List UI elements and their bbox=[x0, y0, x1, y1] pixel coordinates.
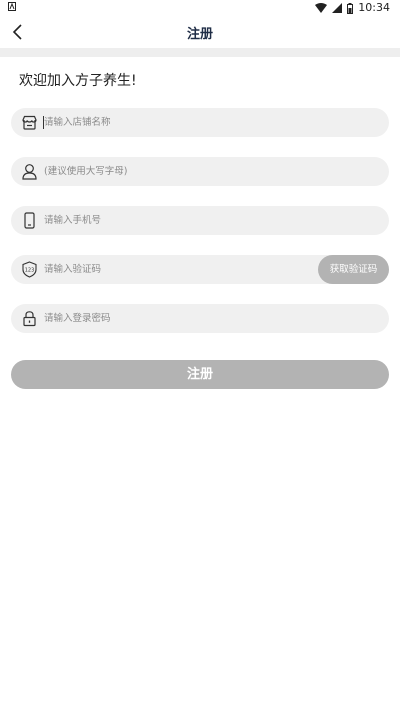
phone-icon bbox=[24, 212, 35, 229]
password-field[interactable] bbox=[11, 304, 389, 333]
svg-text:123: 123 bbox=[25, 268, 35, 274]
store-name-field[interactable] bbox=[11, 108, 389, 137]
name-field[interactable] bbox=[11, 157, 389, 186]
battery-icon bbox=[347, 2, 354, 14]
header-divider bbox=[0, 48, 400, 57]
store-name-input[interactable] bbox=[44, 108, 374, 137]
status-bar: 10:34 bbox=[0, 0, 400, 16]
shield-123-icon: 123 bbox=[22, 261, 37, 278]
notification-icon bbox=[8, 2, 16, 11]
page-title: 注册 bbox=[186, 27, 213, 42]
password-input[interactable] bbox=[44, 304, 374, 333]
wifi-icon bbox=[315, 3, 328, 13]
code-input[interactable] bbox=[44, 255, 304, 284]
nav-bar: 注册 bbox=[0, 16, 400, 48]
phone-input[interactable] bbox=[44, 206, 374, 235]
get-code-button[interactable]: 获取验证码 bbox=[318, 255, 389, 284]
lock-icon bbox=[23, 311, 36, 327]
welcome-text: 欢迎加入方子养生! bbox=[19, 73, 137, 89]
storefront-icon bbox=[22, 115, 37, 130]
user-icon bbox=[22, 164, 37, 180]
phone-field[interactable] bbox=[11, 206, 389, 235]
register-button[interactable]: 注册 bbox=[11, 360, 389, 389]
code-field[interactable]: 123 获取验证码 bbox=[11, 255, 389, 284]
signal-icon bbox=[332, 3, 343, 13]
status-time: 10:34 bbox=[358, 1, 390, 14]
name-input[interactable] bbox=[44, 157, 374, 186]
